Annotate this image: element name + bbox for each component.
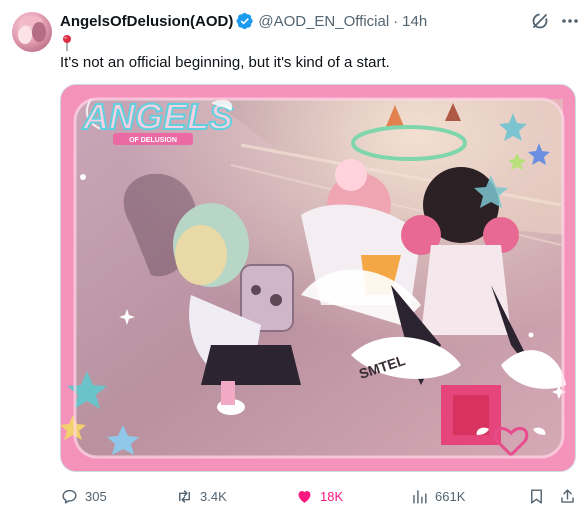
- view-count: 661K: [435, 488, 466, 504]
- repost-button[interactable]: 3.4K: [175, 484, 227, 508]
- post-timestamp[interactable]: 14h: [402, 13, 427, 30]
- like-count: 18K: [320, 488, 344, 504]
- analytics-icon: [413, 489, 427, 504]
- repost-count: 3.4K: [200, 488, 227, 504]
- bookmark-icon: [531, 488, 542, 504]
- more-options-icon[interactable]: [560, 13, 580, 29]
- like-button[interactable]: 18K: [295, 484, 343, 508]
- post-text: It's not an official beginning, but it's…: [60, 54, 390, 71]
- post-image[interactable]: SMTEL ANGELS OF DELUSION: [60, 84, 576, 472]
- heart-icon: [298, 490, 311, 503]
- logo-title: ANGELS: [82, 96, 233, 137]
- bookmark-button[interactable]: [527, 484, 552, 508]
- post-header: AngelsOfDelusion(AOD) @AOD_EN_Official ·…: [60, 10, 427, 32]
- author-handle[interactable]: @AOD_EN_Official: [258, 13, 389, 30]
- author-name[interactable]: AngelsOfDelusion(AOD): [60, 13, 233, 30]
- reply-count: 305: [85, 488, 107, 504]
- avatar[interactable]: [12, 12, 52, 52]
- views-button[interactable]: 661K: [410, 484, 465, 508]
- reply-button[interactable]: 305: [60, 484, 107, 508]
- header-separator: ·: [393, 12, 399, 30]
- logo-subtitle: OF DELUSION: [129, 137, 177, 144]
- grok-icon[interactable]: [530, 11, 550, 31]
- share-button[interactable]: [558, 484, 583, 508]
- round-pushpin-icon: [63, 35, 71, 51]
- share-icon: [561, 488, 574, 503]
- repost-icon: [179, 489, 190, 503]
- reply-icon: [62, 489, 77, 504]
- action-bar: 305 3.4K 18K 661K: [60, 484, 580, 508]
- verified-badge-icon[interactable]: [236, 12, 254, 30]
